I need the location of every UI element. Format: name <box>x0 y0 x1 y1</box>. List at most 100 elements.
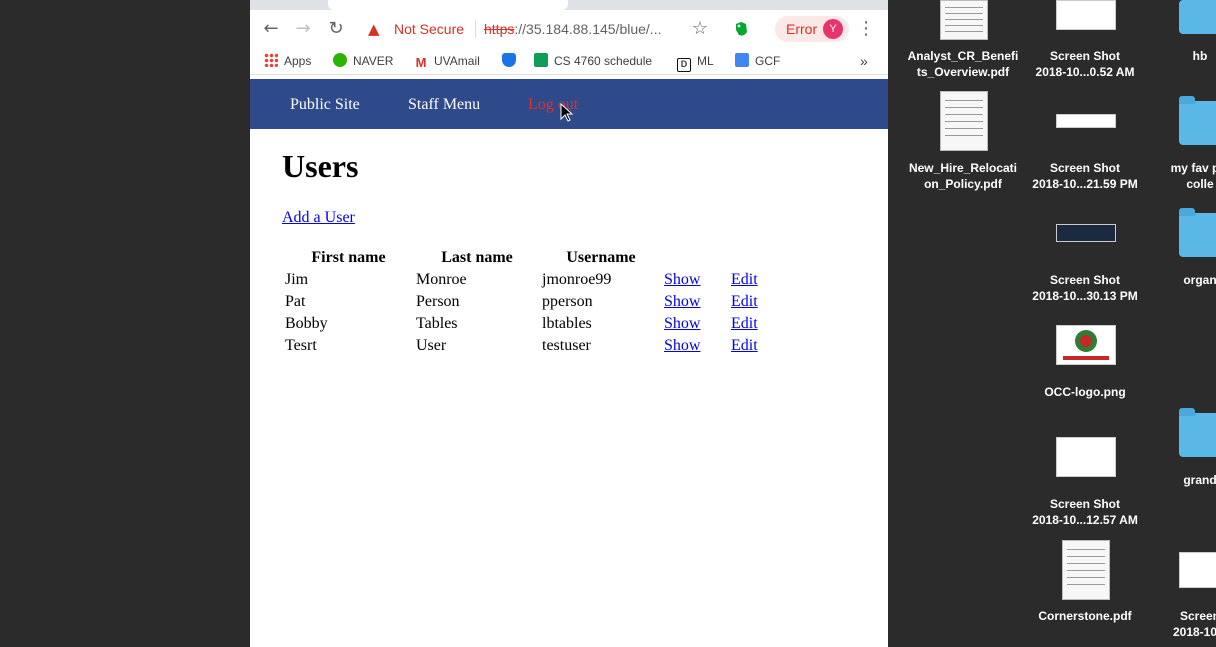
desktop-item-label[interactable]: grand <box>1150 472 1216 488</box>
bookmarks-overflow-icon[interactable]: » <box>860 52 868 70</box>
url-text[interactable]: https://35.184.88.145/blue/... <box>484 21 674 37</box>
column-header-edit <box>730 248 792 268</box>
forward-icon[interactable]: → <box>293 19 313 39</box>
pdf-file-icon[interactable] <box>940 91 988 151</box>
desktop-item-label[interactable]: Screen Shot 2018-10...21.59 PM <box>1025 160 1145 192</box>
bookmark-uvamail[interactable]: M UVAmail <box>414 52 480 70</box>
desktop-item-label[interactable]: organ <box>1150 272 1216 288</box>
active-tab[interactable] <box>328 0 568 10</box>
bookmarks-bar: Apps NAVER M UVAmail CS 4760 schedule D ML… <box>250 48 888 75</box>
screenshot-file-icon[interactable] <box>1056 224 1116 242</box>
add-user-link[interactable]: Add a User <box>282 209 355 227</box>
bookmark-shield[interactable] <box>502 52 522 70</box>
bookmark-label: GCF <box>755 54 781 68</box>
column-header-username: Username <box>566 249 636 266</box>
cell-username: testuser <box>542 337 591 354</box>
cell-first-name: Pat <box>285 293 306 310</box>
bookmark-apps[interactable]: Apps <box>264 52 311 70</box>
edit-link[interactable]: Edit <box>731 337 758 354</box>
evernote-extension-icon[interactable] <box>732 20 750 38</box>
not-secure-label[interactable]: Not Secure <box>394 21 464 37</box>
sheets-icon <box>534 53 548 67</box>
table-row: Jim Monroe jmonroe99 Show Edit <box>284 270 792 290</box>
mouse-cursor-icon <box>560 103 574 122</box>
screenshot-file-icon[interactable] <box>1056 114 1116 128</box>
folder-icon[interactable] <box>1179 96 1216 145</box>
docs-icon <box>735 53 749 67</box>
show-link[interactable]: Show <box>664 337 700 354</box>
gmail-icon: M <box>415 55 427 70</box>
table-row: Pat Person pperson Show Edit <box>284 292 792 312</box>
bookmark-label: Apps <box>284 54 312 68</box>
desktop-item-label[interactable]: OCC-logo.png <box>1025 384 1145 400</box>
cell-username: jmonroe99 <box>542 271 612 288</box>
bookmark-ml[interactable]: D ML <box>677 52 714 72</box>
show-link[interactable]: Show <box>664 315 700 332</box>
column-header-last-name: Last name <box>441 249 513 266</box>
column-header-show <box>663 248 728 268</box>
table-header-row: First name Last name Username <box>284 248 792 268</box>
cell-username: lbtables <box>542 315 592 332</box>
browser-window: ← → ↻ ▲ Not Secure https://35.184.88.145… <box>250 0 888 647</box>
cell-first-name: Tesrt <box>285 337 317 354</box>
site-navbar: Public Site Staff Menu Log out <box>250 79 888 129</box>
error-label: Error <box>786 21 818 37</box>
bookmark-label: UVAmail <box>434 54 480 68</box>
cell-username: pperson <box>542 293 593 310</box>
folder-icon[interactable] <box>1179 408 1216 457</box>
screenshot-file-icon[interactable] <box>1179 552 1216 588</box>
show-link[interactable]: Show <box>664 271 700 288</box>
desktop-item-label[interactable]: hb <box>1150 48 1216 64</box>
edit-link[interactable]: Edit <box>731 271 758 288</box>
url-host-path: ://35.184.88.145/blue/... <box>514 21 662 37</box>
warning-icon[interactable]: ▲ <box>368 20 380 38</box>
desktop-item-label[interactable]: Analyst_CR_Benefi ts_Overview.pdf <box>903 48 1023 80</box>
pdf-file-icon[interactable] <box>1062 540 1110 600</box>
bookmark-gcf[interactable]: GCF <box>735 52 780 70</box>
desktop-item-label[interactable]: my fav pic colle <box>1150 160 1216 192</box>
desktop-item-label[interactable]: Cornerstone.pdf <box>1025 608 1145 624</box>
profile-error-chip[interactable]: Error Y <box>775 16 849 42</box>
screenshot-file-icon[interactable] <box>1056 437 1116 477</box>
screenshot-file-icon[interactable] <box>1056 0 1116 30</box>
column-header-first-name: First name <box>311 249 386 266</box>
edit-link[interactable]: Edit <box>731 315 758 332</box>
bookmark-label: NAVER <box>353 54 394 68</box>
cell-last-name: Monroe <box>416 271 467 288</box>
desktop-item-label[interactable]: Screen 2018-10... <box>1150 608 1216 640</box>
inactive-tab[interactable] <box>568 0 888 10</box>
desktop-item-label[interactable]: Screen Shot 2018-10...12.57 AM <box>1025 496 1145 528</box>
omnibox-divider <box>475 20 476 38</box>
bookmark-label: ML <box>697 54 714 68</box>
desktop-item-label[interactable]: Screen Shot 2018-10...30.13 PM <box>1025 272 1145 304</box>
occ-logo-image-icon[interactable] <box>1056 325 1116 365</box>
cell-first-name: Jim <box>285 271 309 288</box>
folder-icon[interactable] <box>1179 0 1216 34</box>
show-link[interactable]: Show <box>664 293 700 310</box>
desktop-area: Analyst_CR_Benefi ts_Overview.pdf New_Hi… <box>888 0 1216 647</box>
tab-strip <box>250 0 888 10</box>
back-icon[interactable]: ← <box>261 19 281 39</box>
desktop-item-label[interactable]: Screen Shot 2018-10...0.52 AM <box>1025 48 1145 80</box>
reload-icon[interactable]: ↻ <box>326 19 346 39</box>
url-scheme: https <box>484 21 515 37</box>
folder-icon[interactable] <box>1179 208 1216 257</box>
table-row: Tesrt User testuser Show Edit <box>284 336 792 356</box>
browser-menu-icon[interactable]: ⋮ <box>856 19 876 39</box>
nav-staff-menu[interactable]: Staff Menu <box>408 96 480 114</box>
cell-first-name: Bobby <box>285 315 328 332</box>
browser-toolbar: ← → ↻ ▲ Not Secure https://35.184.88.145… <box>250 10 888 48</box>
bookmark-naver[interactable]: NAVER <box>333 52 393 70</box>
bookmark-label: CS 4760 schedule <box>554 54 653 68</box>
desktop-item-label[interactable]: New_Hire_Relocati on_Policy.pdf <box>903 160 1023 192</box>
cell-last-name: Tables <box>416 315 458 332</box>
pdf-file-icon[interactable] <box>940 0 988 40</box>
page-title: Users <box>282 148 359 184</box>
avatar: Y <box>823 19 843 39</box>
apps-grid-icon <box>264 53 278 67</box>
bookmark-star-icon[interactable]: ☆ <box>690 19 710 39</box>
bookmark-cs4760[interactable]: CS 4760 schedule <box>534 52 652 70</box>
edit-link[interactable]: Edit <box>731 293 758 310</box>
nav-public-site[interactable]: Public Site <box>290 96 360 114</box>
left-desktop-area <box>0 0 250 647</box>
